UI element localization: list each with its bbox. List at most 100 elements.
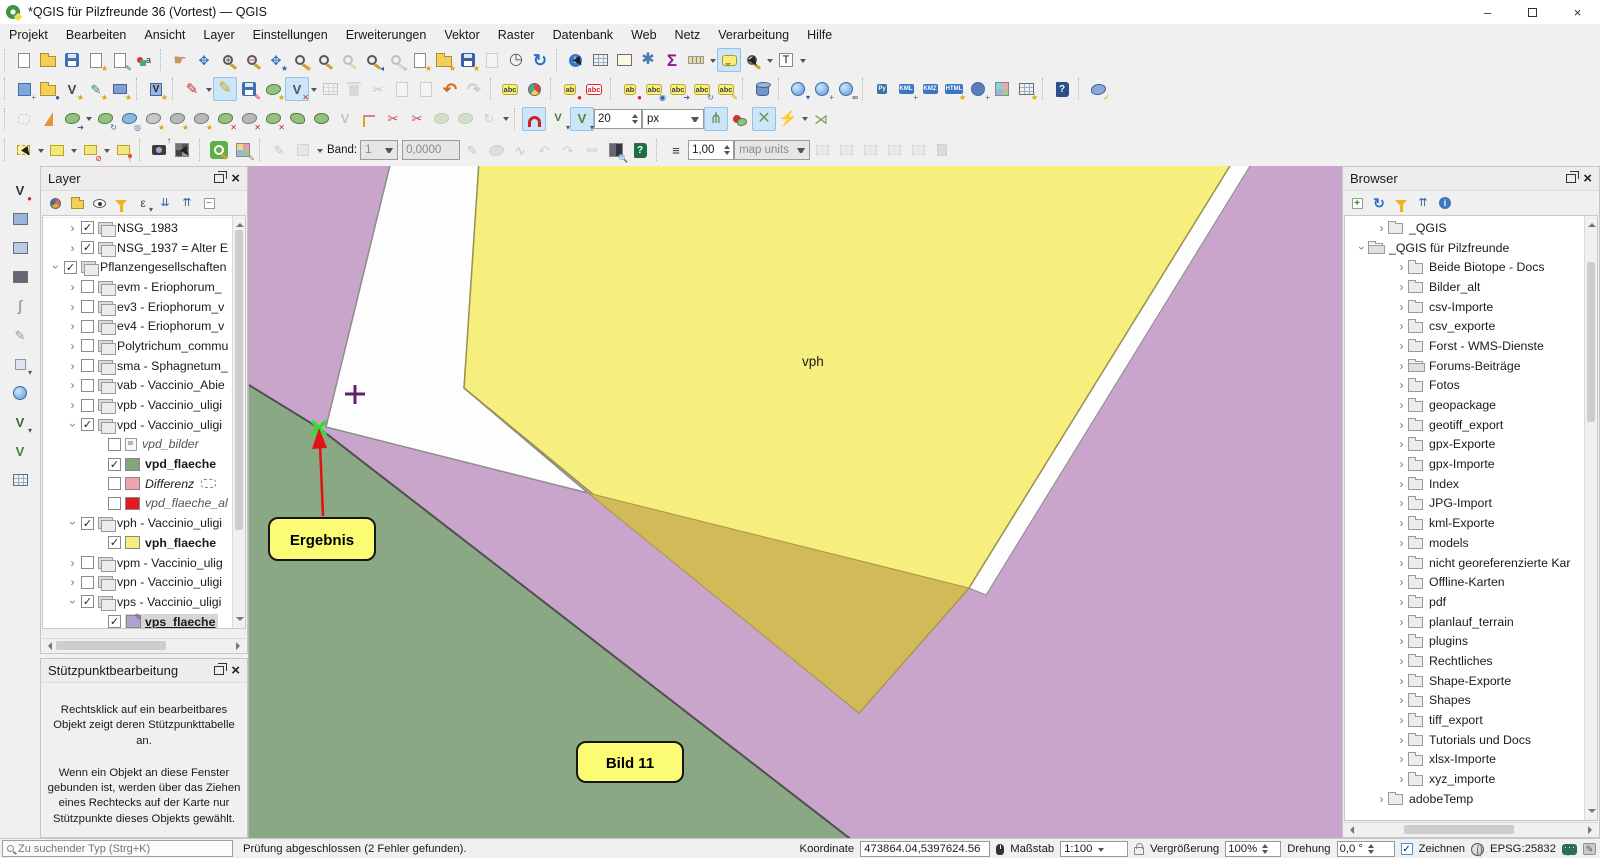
merge-attributes-button[interactable] — [453, 107, 477, 131]
add-layer-button[interactable]: + — [12, 77, 36, 101]
layer-checkbox[interactable] — [81, 399, 94, 412]
simplify-feature-button[interactable]: ★ — [141, 107, 165, 131]
layer-checkbox[interactable] — [81, 221, 94, 234]
tasks-icon[interactable]: ✎ — [1583, 843, 1596, 855]
refresh-map-button[interactable]: ↻ — [528, 48, 552, 72]
menu-erweiterungen[interactable]: Erweiterungen — [337, 26, 436, 44]
browser-row-tutorials[interactable]: Tutorials und Docs — [1345, 730, 1584, 750]
band-select[interactable]: 1 — [360, 140, 398, 160]
coordinate-input[interactable]: 473864.04,5397624.56 — [860, 841, 990, 857]
expander-icon[interactable] — [1395, 280, 1408, 294]
expander-icon[interactable] — [66, 575, 79, 589]
layout-manager-button[interactable]: ✎ — [108, 48, 132, 72]
expander-icon[interactable] — [66, 595, 79, 609]
wms-search-button[interactable]: + — [810, 77, 834, 101]
vertex-tool-button[interactable]: V✕ — [285, 77, 309, 101]
layer-row-vpm[interactable]: vpm - Vaccinio_ulig — [43, 553, 232, 573]
layer-diagram-button[interactable] — [522, 77, 546, 101]
browser-row-jpg-import[interactable]: JPG-Import — [1345, 494, 1584, 514]
drill-tool-button[interactable]: ʃ — [8, 294, 32, 318]
select-by-value-button[interactable] — [45, 138, 69, 162]
browser-row-bilder-alt[interactable]: Bilder_alt — [1345, 277, 1584, 297]
pan-map-button[interactable]: ☛ — [168, 48, 192, 72]
blue-grid-tool-button[interactable] — [8, 207, 32, 231]
menu-verarbeitung[interactable]: Verarbeitung — [709, 26, 798, 44]
style-manager-button[interactable]: a — [132, 48, 156, 72]
kml-export-button[interactable]: KML+ — [894, 77, 918, 101]
zoom-in-button[interactable]: + — [216, 48, 240, 72]
browser-row-fotos[interactable]: Fotos — [1345, 376, 1584, 396]
modify-attributes-button[interactable] — [318, 77, 342, 101]
zoom-search-dropdown[interactable] — [765, 49, 774, 71]
browser-row-geopackage[interactable]: geopackage — [1345, 395, 1584, 415]
rotate-label-button[interactable]: abc↻ — [690, 77, 714, 101]
zoom-to-selection-button[interactable]: ★ — [288, 48, 312, 72]
float-panel-icon[interactable] — [1566, 174, 1576, 183]
browser-row-csv-exporte[interactable]: csv_exporte — [1345, 316, 1584, 336]
layer-checkbox[interactable] — [81, 339, 94, 352]
layer-checkbox[interactable] — [81, 300, 94, 313]
scroll-right-arrow[interactable] — [1588, 826, 1596, 834]
expander-icon[interactable] — [66, 556, 79, 570]
menu-hilfe[interactable]: Hilfe — [798, 26, 841, 44]
new-shapefile-button[interactable]: V★ — [60, 77, 84, 101]
expander-icon[interactable] — [1395, 359, 1408, 373]
maximize-button[interactable] — [1510, 0, 1555, 24]
menu-raster[interactable]: Raster — [489, 26, 544, 44]
layer-checkbox[interactable] — [81, 556, 94, 569]
crs-status[interactable]: EPSG:25832 — [1490, 843, 1556, 855]
magnifier-spin[interactable]: 100% — [1225, 841, 1281, 857]
cut-features-button[interactable]: ✂ — [366, 77, 390, 101]
text-annotation-button[interactable]: T — [774, 48, 798, 72]
select-features-button[interactable] — [12, 138, 36, 162]
snap-intersection-button[interactable]: ✕ — [752, 107, 776, 131]
layer-row-nsg1983[interactable]: NSG_1983 — [43, 218, 232, 238]
close-panel-icon[interactable]: × — [231, 663, 240, 678]
raster-picker-button[interactable]: ✎ — [267, 138, 291, 162]
expander-icon[interactable] — [1355, 241, 1368, 255]
expander-icon[interactable] — [66, 516, 79, 530]
browser-row-gpx-exporte[interactable]: gpx-Exporte — [1345, 435, 1584, 455]
menu-web[interactable]: Web — [622, 26, 665, 44]
attribute-table-button[interactable] — [588, 48, 612, 72]
scale-lock-icon[interactable] — [1134, 847, 1144, 855]
undo-button[interactable]: ↶ — [438, 77, 462, 101]
pin-labels-button[interactable]: ab● — [558, 77, 582, 101]
kmz-export-button[interactable]: KMZ — [918, 77, 942, 101]
browser-filter-button[interactable] — [1392, 194, 1410, 212]
browser-row-shape-exporte[interactable]: Shape-Exporte — [1345, 671, 1584, 691]
browser-row-qgis-pilzfreunde[interactable]: _QGIS für Pilzfreunde — [1345, 238, 1584, 258]
zoom-native-button[interactable] — [336, 48, 360, 72]
close-button[interactable]: × — [1555, 0, 1600, 24]
serval-lines-button[interactable]: ≡ — [664, 138, 688, 162]
expander-icon[interactable] — [1395, 615, 1408, 629]
zoom-full-button[interactable]: ✥★ — [264, 48, 288, 72]
expander-icon[interactable] — [1395, 674, 1408, 688]
python-console-button[interactable]: Py — [870, 77, 894, 101]
map-tips-button[interactable] — [717, 48, 741, 72]
offset-curve-button[interactable] — [309, 107, 333, 131]
collapse-all-button[interactable]: ⇈ — [178, 194, 196, 212]
raster-link-button[interactable]: ⚯ — [580, 138, 604, 162]
zoom-last-button[interactable]: ◂ — [360, 48, 384, 72]
scroll-right-arrow[interactable] — [236, 642, 244, 650]
delete-selected-button[interactable] — [342, 77, 366, 101]
scroll-thumb[interactable] — [235, 230, 243, 530]
remove-layer-button[interactable]: − — [200, 194, 218, 212]
float-panel-icon[interactable] — [214, 174, 224, 183]
browser-row-qgis[interactable]: _QGIS — [1345, 218, 1584, 238]
annotation-dropdown[interactable] — [798, 49, 807, 71]
expand-all-button[interactable]: ⇊ — [156, 194, 174, 212]
expander-icon[interactable] — [66, 398, 79, 412]
select-by-value-dropdown[interactable] — [69, 139, 78, 161]
snap-units-select[interactable]: px — [642, 109, 704, 129]
layer-checkbox[interactable] — [81, 241, 94, 254]
serval-select-button[interactable] — [810, 138, 834, 162]
layer-row-vpd-flaeche[interactable]: vpd_flaeche — [43, 454, 232, 474]
snapping-type-button[interactable]: V▾ — [570, 107, 594, 131]
band-threshold-input[interactable]: 0,0000 — [402, 140, 460, 160]
show-bookmarks-button[interactable]: ★ — [432, 48, 456, 72]
snapping-toggle-button[interactable] — [522, 107, 546, 131]
raster-fill-button[interactable] — [484, 138, 508, 162]
expander-icon[interactable] — [49, 260, 62, 274]
